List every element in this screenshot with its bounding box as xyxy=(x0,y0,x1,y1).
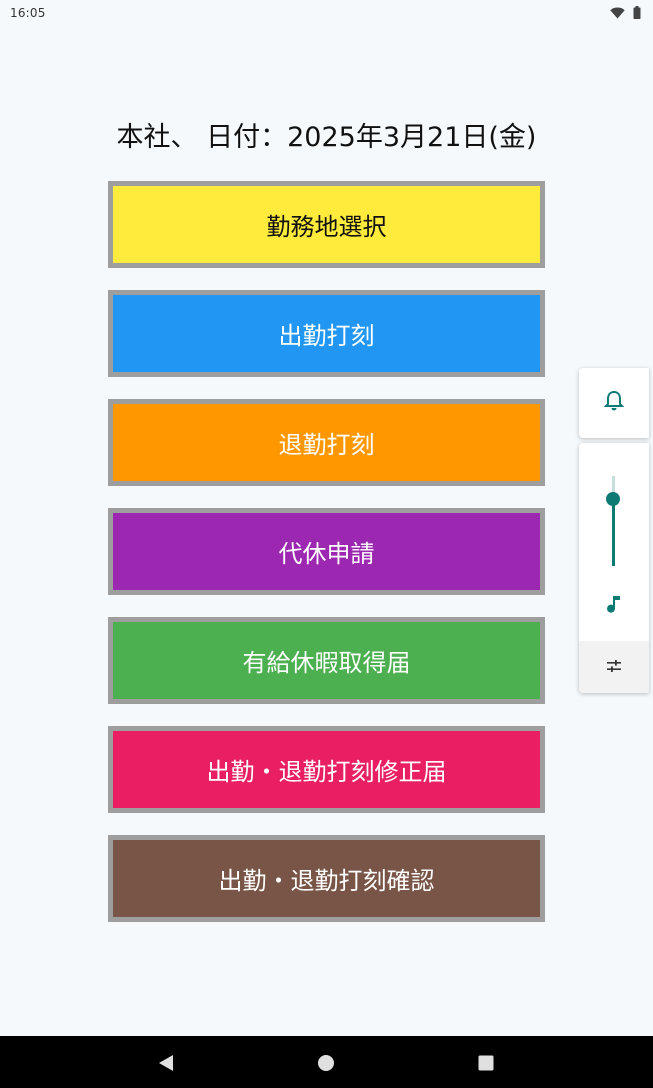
status-time: 16:05 xyxy=(10,6,46,20)
clock-in-button[interactable]: 出勤打刻 xyxy=(108,290,545,377)
punch-correction-button[interactable]: 出勤・退勤打刻修正届 xyxy=(108,726,545,813)
ringer-mode-button[interactable] xyxy=(579,368,649,438)
bell-icon xyxy=(603,390,625,416)
wifi-icon xyxy=(610,4,625,23)
select-workplace-button[interactable]: 勤務地選択 xyxy=(108,181,545,268)
clock-out-button[interactable]: 退勤打刻 xyxy=(108,399,545,486)
volume-slider-thumb[interactable] xyxy=(606,492,620,507)
recents-icon[interactable] xyxy=(475,1052,497,1074)
paid-leave-button[interactable]: 有給休暇取得届 xyxy=(108,617,545,704)
battery-icon xyxy=(633,4,641,23)
punch-confirmation-button[interactable]: 出勤・退勤打刻確認 xyxy=(108,835,545,922)
back-icon[interactable] xyxy=(155,1052,177,1074)
navigation-bar xyxy=(0,1036,653,1088)
home-icon[interactable] xyxy=(315,1052,337,1074)
volume-panel xyxy=(579,443,649,693)
music-note-icon xyxy=(603,593,625,621)
sound-settings-button[interactable] xyxy=(579,641,649,693)
volume-slider-fill xyxy=(612,499,615,566)
compensatory-leave-button[interactable]: 代休申請 xyxy=(108,508,545,595)
page-title: 本社、 日付：2025年3月21日(金) xyxy=(116,122,537,153)
status-bar: 16:05 xyxy=(0,0,653,26)
status-icons xyxy=(610,4,641,23)
main-menu: 勤務地選択 出勤打刻 退勤打刻 代休申請 有給休暇取得届 出勤・退勤打刻修正届 … xyxy=(108,181,545,944)
equalizer-settings-icon xyxy=(606,658,622,677)
